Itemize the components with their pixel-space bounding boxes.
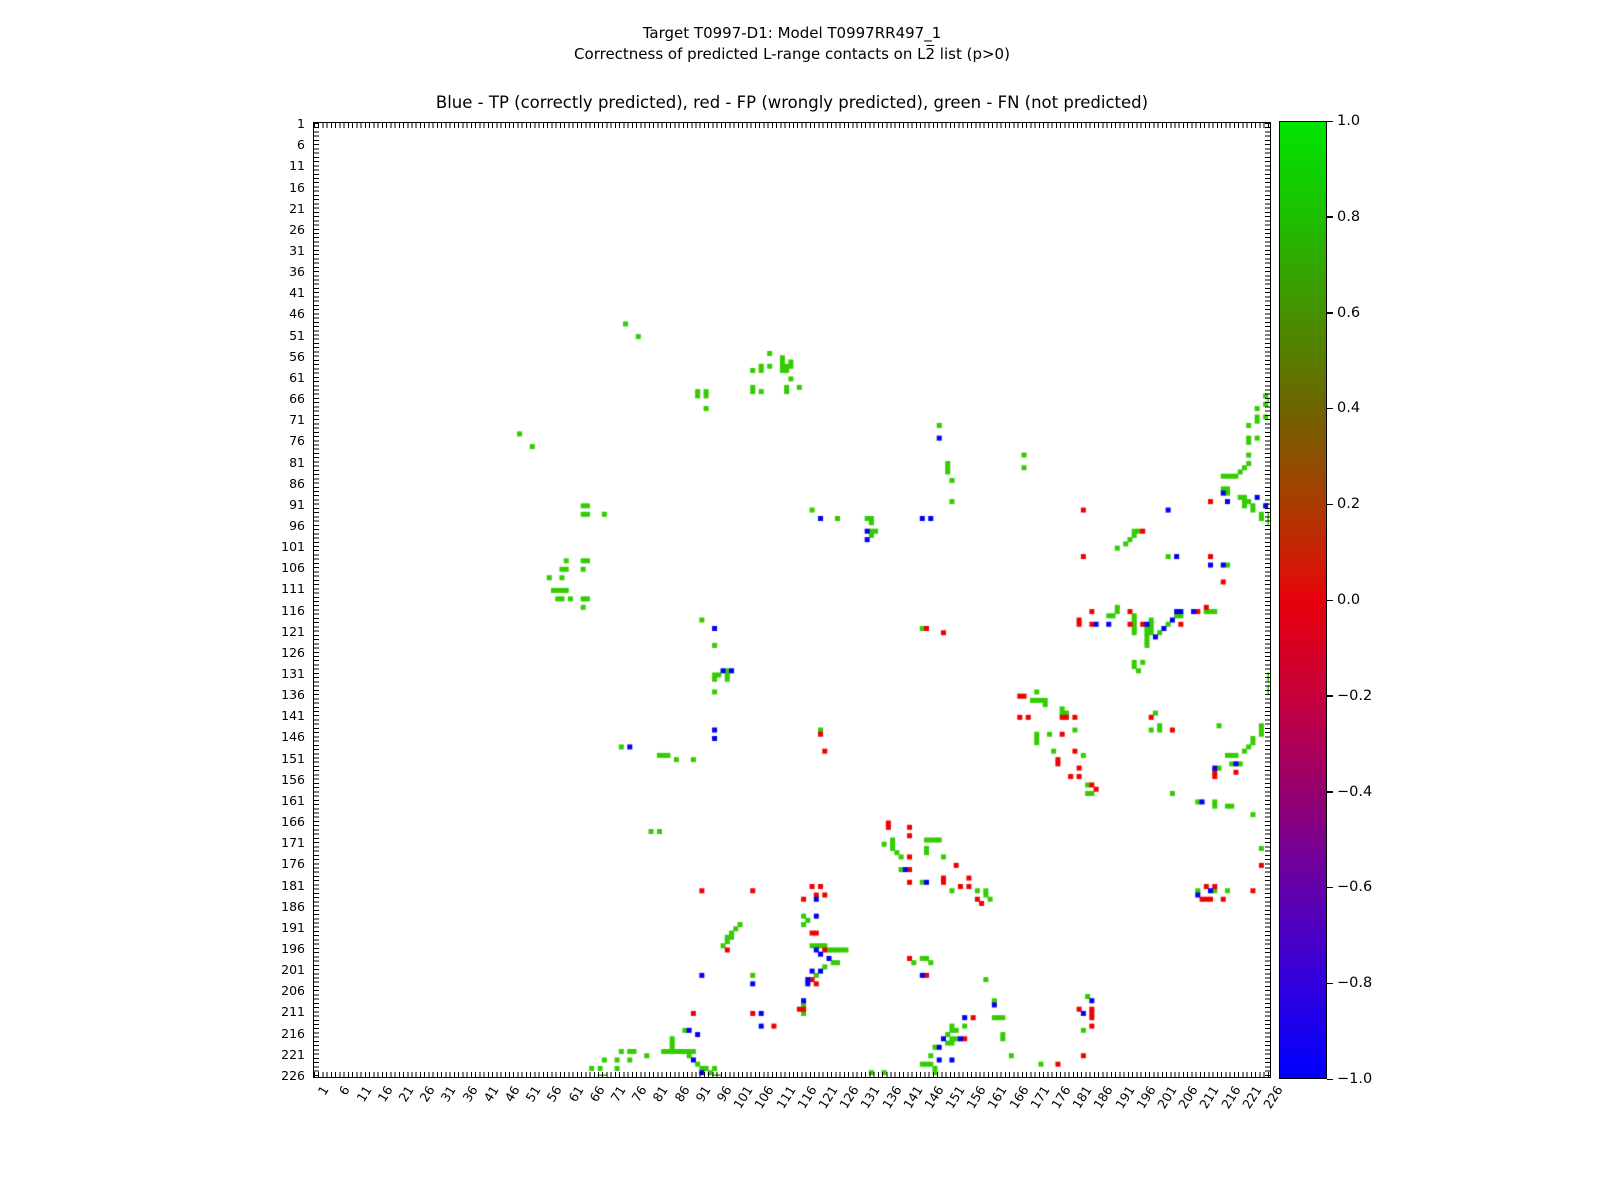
y-tick-label: 141 — [243, 709, 305, 723]
colorbar-tick — [1327, 121, 1333, 123]
axes-title-legend: Blue - TP (correctly predicted), red - F… — [0, 93, 1584, 112]
y-tick-label: 206 — [243, 984, 305, 998]
y-tick-label: 211 — [243, 1005, 305, 1019]
colorbar-tick — [1327, 504, 1333, 506]
y-tick-label: 136 — [243, 688, 305, 702]
y-tick-label: 181 — [243, 879, 305, 893]
y-tick-label: 81 — [243, 456, 305, 470]
colorbar — [1279, 121, 1327, 1079]
colorbar-tick-label: 0.0 — [1337, 592, 1360, 608]
colorbar-tick-label: 1.0 — [1337, 113, 1360, 129]
colorbar-tick — [1327, 1079, 1333, 1081]
colorbar-tick-label: −1.0 — [1337, 1071, 1372, 1087]
y-tick-label: 11 — [243, 159, 305, 173]
colorbar-tick — [1327, 312, 1333, 314]
y-tick-label: 106 — [243, 561, 305, 575]
y-tick-label: 201 — [243, 963, 305, 977]
y-tick-label: 66 — [243, 392, 305, 406]
y-tick-label: 216 — [243, 1027, 305, 1041]
y-tick-label: 111 — [243, 582, 305, 596]
y-tick-label: 116 — [243, 604, 305, 618]
y-tick-label: 36 — [243, 265, 305, 279]
colorbar-tick-label: −0.2 — [1337, 688, 1372, 704]
colorbar-tick-label: 0.8 — [1337, 209, 1360, 225]
y-tick-label: 176 — [243, 857, 305, 871]
colorbar-tick — [1327, 408, 1333, 410]
y-tick-label: 46 — [243, 307, 305, 321]
colorbar-tick-label: 0.6 — [1337, 305, 1360, 321]
y-tick-label: 126 — [243, 646, 305, 660]
y-tick-label: 226 — [243, 1069, 305, 1083]
y-tick-label: 101 — [243, 540, 305, 554]
y-tick-label: 41 — [243, 286, 305, 300]
y-tick-label: 121 — [243, 625, 305, 639]
y-tick-label: 96 — [243, 519, 305, 533]
y-tick-label: 16 — [243, 181, 305, 195]
y-tick-label: 56 — [243, 350, 305, 364]
colorbar-tick — [1327, 600, 1333, 602]
colorbar-tick — [1327, 887, 1333, 889]
y-tick-label: 186 — [243, 900, 305, 914]
colorbar-tick-label: −0.6 — [1337, 879, 1372, 895]
colorbar-tick — [1327, 695, 1333, 697]
colorbar-tick — [1327, 983, 1333, 985]
y-tick-label: 151 — [243, 752, 305, 766]
y-tick-label: 91 — [243, 498, 305, 512]
y-tick-label: 6 — [243, 138, 305, 152]
colorbar-tick — [1327, 216, 1333, 218]
y-tick-label: 51 — [243, 329, 305, 343]
y-tick-label: 196 — [243, 942, 305, 956]
y-tick-label: 166 — [243, 815, 305, 829]
colorbar-tick-label: 0.4 — [1337, 400, 1360, 416]
y-tick-label: 156 — [243, 773, 305, 787]
y-tick-label: 161 — [243, 794, 305, 808]
colorbar-tick-label: 0.2 — [1337, 496, 1360, 512]
figure-title-line2: Correctness of predicted L-range contact… — [0, 45, 1584, 63]
y-tick-label: 146 — [243, 730, 305, 744]
colorbar-tick-label: −0.8 — [1337, 975, 1372, 991]
y-tick-label: 76 — [243, 434, 305, 448]
y-tick-label: 131 — [243, 667, 305, 681]
y-tick-label: 21 — [243, 202, 305, 216]
contact-map-plot-area — [313, 122, 1271, 1078]
y-tick-label: 1 — [243, 117, 305, 131]
colorbar-tick — [1327, 791, 1333, 793]
y-tick-label: 61 — [243, 371, 305, 385]
colorbar-tick-label: −0.4 — [1337, 784, 1372, 800]
y-tick-label: 221 — [243, 1048, 305, 1062]
y-tick-label: 171 — [243, 836, 305, 850]
y-tick-label: 26 — [243, 223, 305, 237]
y-tick-label: 31 — [243, 244, 305, 258]
y-tick-label: 86 — [243, 477, 305, 491]
y-tick-label: 191 — [243, 921, 305, 935]
y-tick-label: 71 — [243, 413, 305, 427]
figure-title-line1: Target T0997-D1: Model T0997RR497_1 — [0, 24, 1584, 42]
figure-canvas: { "figure": { "title_line1": "Target T09… — [0, 0, 1600, 1200]
contact-map-canvas — [314, 123, 1269, 1076]
